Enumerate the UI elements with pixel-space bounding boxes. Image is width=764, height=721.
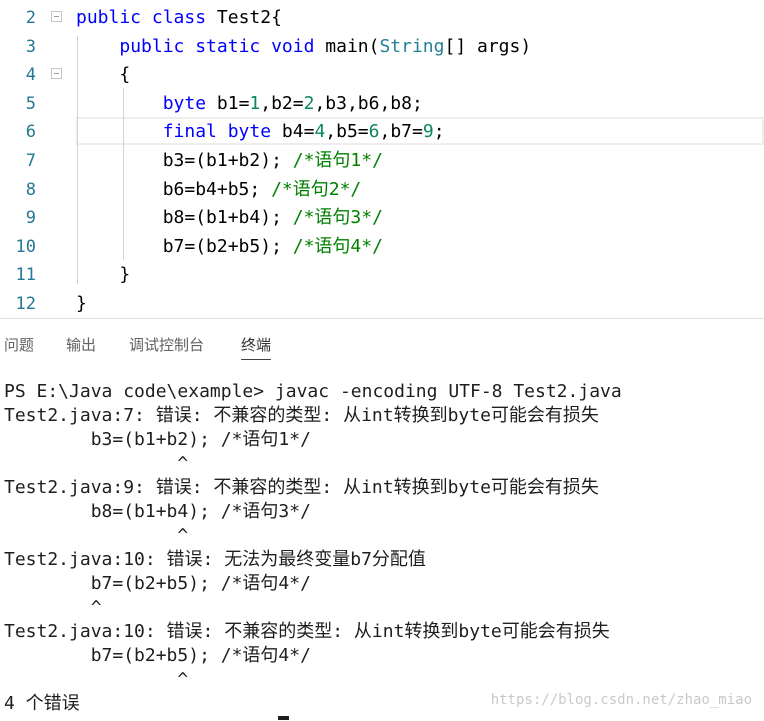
line-number: 3 [25, 36, 36, 57]
code-token: byte [162, 92, 217, 114]
line-number: 4 [25, 65, 36, 86]
terminal-line: ^ [4, 525, 189, 546]
code-token: ,b7= [379, 121, 423, 143]
line-number: 11 [15, 265, 36, 286]
code-text: public static void main(String[] args) [76, 33, 531, 61]
code-line: 7 b3=(b1+b2); /*语句1*/ [0, 147, 764, 175]
code-token: 9 [422, 121, 434, 143]
code-text: byte b1=1,b2=2,b3,b6,b8; [76, 90, 423, 118]
fold-toggle-icon[interactable] [51, 68, 62, 80]
code-token: /*语句1*/ [292, 150, 383, 171]
code-token: b7=(b2+b5); [76, 235, 293, 257]
line-number: 10 [15, 236, 36, 257]
line-number: 6 [25, 122, 36, 143]
code-text: b3=(b1+b2); /*语句1*/ [76, 147, 383, 175]
code-token: b3=(b1+b2); [76, 150, 293, 171]
code-line: 3 public static void main(String[] args) [0, 33, 764, 61]
code-token: /*语句3*/ [292, 207, 383, 229]
tab-output[interactable]: 输出 [66, 330, 96, 360]
code-line: 5 byte b1=1,b2=2,b3,b6,b8; [0, 90, 764, 118]
code-token: ,b5= [325, 121, 369, 143]
code-token: String [379, 35, 445, 57]
panel-divider [0, 318, 764, 319]
terminal-cursor [278, 716, 289, 720]
code-line: 4 { [0, 61, 764, 89]
code-editor[interactable]: 2 public class Test2{3 public static void… [0, 0, 764, 318]
watermark-text: https://blog.csdn.net/zhao_miao [490, 692, 752, 708]
code-text: final byte b4=4,b5=6,b7=9; [76, 118, 445, 146]
code-text: b7=(b2+b5); /*语句4*/ [76, 233, 383, 261]
code-text: { [76, 61, 130, 89]
code-line: 11 } [0, 261, 764, 289]
code-text: } [76, 290, 87, 318]
code-line: 12} [0, 290, 764, 318]
tab-debug-console[interactable]: 调试控制台 [129, 330, 204, 360]
code-line: 2 public class Test2{ [0, 4, 764, 32]
code-token: ; [433, 121, 445, 143]
code-text: b6=b4+b5; /*语句2*/ [76, 176, 362, 204]
code-token: b4= [281, 121, 315, 143]
code-token: b8=(b1+b4); [76, 207, 293, 229]
code-line: 9 b8=(b1+b4); /*语句3*/ [0, 204, 764, 232]
terminal-line: ^ [4, 669, 189, 690]
code-token: } [76, 264, 131, 286]
line-number: 2 [25, 8, 36, 28]
code-token: { [76, 64, 131, 86]
code-line: 10 b7=(b2+b5); /*语句4*/ [0, 233, 764, 261]
code-line: 8 b6=b4+b5; /*语句2*/ [0, 176, 764, 204]
terminal-line: Test2.java:10: 错误: 无法为最终变量b7分配值 [4, 549, 426, 570]
code-token: b6=b4+b5; [76, 178, 272, 200]
code-token: } [76, 293, 87, 314]
line-number: 9 [25, 208, 36, 229]
terminal-line: Test2.java:7: 错误: 不兼容的类型: 从int转换到byte可能会… [4, 405, 599, 426]
code-token: [] args) [444, 35, 532, 57]
code-text: } [76, 261, 130, 289]
code-token: final byte [162, 121, 282, 143]
code-token: ,b2= [260, 92, 304, 114]
code-text: public class Test2{ [76, 4, 282, 32]
terminal-line: b7=(b2+b5); /*语句4*/ [4, 645, 311, 666]
terminal-line: Test2.java:9: 错误: 不兼容的类型: 从int转换到byte可能会… [4, 477, 599, 498]
panel-tab-bar: 问题 输出 调试控制台 终端 [0, 330, 764, 360]
terminal-line: Test2.java:10: 错误: 不兼容的类型: 从int转换到byte可能… [4, 621, 610, 642]
code-token: 1 [249, 92, 261, 114]
terminal-line: ^ [4, 453, 189, 474]
terminal-line: ^ [4, 597, 102, 618]
line-number: 7 [25, 151, 36, 171]
terminal-line: b8=(b1+b4); /*语句3*/ [4, 501, 311, 522]
line-number: 12 [15, 294, 36, 314]
terminal-line: b3=(b1+b2); /*语句1*/ [4, 429, 311, 450]
code-token: main( [325, 35, 380, 57]
line-number: 5 [25, 93, 36, 114]
code-text: b8=(b1+b4); /*语句3*/ [76, 204, 383, 232]
terminal-line: b7=(b2+b5); /*语句4*/ [4, 573, 311, 594]
terminal-line: PS E:\Java code\example> javac -encoding… [4, 381, 622, 402]
tab-terminal[interactable]: 终端 [241, 330, 272, 360]
code-token: public static void [119, 35, 326, 57]
tab-problems[interactable]: 问题 [4, 330, 34, 360]
code-token: /*语句4*/ [292, 235, 383, 257]
code-token: 6 [368, 121, 380, 143]
fold-toggle-icon[interactable] [51, 11, 62, 22]
line-number: 8 [25, 179, 36, 200]
code-line: 6 final byte b4=4,b5=6,b7=9; [0, 118, 764, 146]
terminal-output[interactable]: PS E:\Java code\example> javac -encoding… [4, 380, 760, 716]
code-token: 4 [314, 121, 326, 143]
code-token: Test2{ [216, 7, 282, 28]
code-token: public class [76, 7, 217, 28]
code-token: b1= [216, 92, 250, 114]
code-token: ,b3,b6,b8; [314, 92, 423, 114]
code-token: /*语句2*/ [271, 178, 362, 200]
code-token: 2 [303, 92, 315, 114]
